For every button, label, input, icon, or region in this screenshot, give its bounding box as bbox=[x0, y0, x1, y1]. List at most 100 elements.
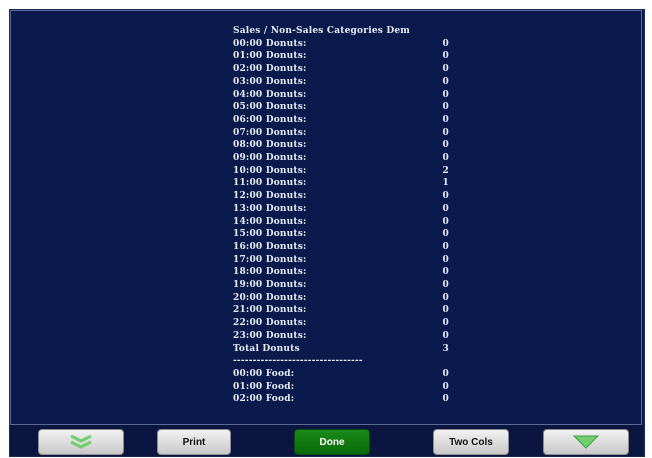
double-chevron-down-icon bbox=[70, 434, 92, 449]
donut-row-label: 02:00 Donuts: bbox=[233, 64, 307, 75]
donut-row-value: 1 bbox=[442, 178, 449, 189]
donut-row-label: 05:00 Donuts: bbox=[233, 102, 307, 113]
donut-row-label: 06:00 Donuts: bbox=[233, 114, 307, 125]
donut-row-value: 0 bbox=[442, 191, 449, 202]
donut-row: 08:00 Donuts: 0 bbox=[233, 139, 449, 152]
donut-row-label: 14:00 Donuts: bbox=[233, 216, 307, 227]
donut-row-value: 2 bbox=[442, 165, 449, 176]
donut-row: 17:00 Donuts: 0 bbox=[233, 254, 449, 267]
total-label: Total Donuts bbox=[233, 343, 300, 354]
donut-row-value: 0 bbox=[442, 267, 449, 278]
donut-row-label: 23:00 Donuts: bbox=[233, 330, 307, 341]
food-row: 01:00 Food: 0 bbox=[233, 381, 449, 394]
donut-row-value: 0 bbox=[442, 254, 449, 265]
donut-row-label: 10:00 Donuts: bbox=[233, 165, 307, 176]
donut-row-value: 0 bbox=[442, 64, 449, 75]
food-row: 02:00 Food: 0 bbox=[233, 393, 449, 406]
donut-row-value: 0 bbox=[442, 330, 449, 341]
done-button[interactable]: Done bbox=[294, 429, 370, 455]
donut-row-label: 09:00 Donuts: bbox=[233, 153, 307, 164]
donut-row-value: 0 bbox=[442, 292, 449, 303]
donut-row-label: 11:00 Donuts: bbox=[233, 178, 307, 189]
two-cols-button[interactable]: Two Cols bbox=[433, 429, 509, 455]
food-row-label: 02:00 Food: bbox=[233, 394, 295, 405]
donut-rows: 00:00 Donuts: 0 01:00 Donuts: 0 02:00 Donuts… bbox=[233, 38, 449, 343]
donut-row-label: 08:00 Donuts: bbox=[233, 140, 307, 151]
donut-row-value: 0 bbox=[442, 76, 449, 87]
donut-row: 21:00 Donuts: 0 bbox=[233, 304, 449, 317]
food-row-label: 01:00 Food: bbox=[233, 381, 295, 392]
donut-row: 07:00 Donuts: 0 bbox=[233, 127, 449, 140]
donut-row-value: 0 bbox=[442, 102, 449, 113]
app-window: Sales / Non-Sales Categories Dem 00:00 D… bbox=[9, 9, 645, 457]
triangle-down-icon bbox=[572, 435, 600, 449]
donut-row-label: 04:00 Donuts: bbox=[233, 89, 307, 100]
scroll-down-button[interactable] bbox=[543, 429, 629, 455]
donut-row-value: 0 bbox=[442, 305, 449, 316]
bottom-toolbar: Print Done Two Cols bbox=[10, 425, 642, 456]
donut-row-label: 01:00 Donuts: bbox=[233, 51, 307, 62]
food-row: 00:00 Food: 0 bbox=[233, 368, 449, 381]
donut-row-value: 0 bbox=[442, 216, 449, 227]
donut-row-label: 20:00 Donuts: bbox=[233, 292, 307, 303]
donut-row: 00:00 Donuts: 0 bbox=[233, 38, 449, 51]
donut-row-label: 21:00 Donuts: bbox=[233, 305, 307, 316]
separator-line: --------------------------------- bbox=[233, 356, 363, 367]
food-rows: 00:00 Food: 0 01:00 Food: 0 02:00 Food: 0 bbox=[233, 368, 449, 406]
donut-row-label: 19:00 Donuts: bbox=[233, 280, 307, 291]
total-row: Total Donuts 3 bbox=[233, 343, 449, 356]
donut-row-value: 0 bbox=[442, 229, 449, 240]
donut-row: 19:00 Donuts: 0 bbox=[233, 279, 449, 292]
food-row-label: 00:00 Food: bbox=[233, 368, 295, 379]
donut-row-value: 0 bbox=[442, 241, 449, 252]
report-title: Sales / Non-Sales Categories Dem bbox=[233, 26, 410, 36]
donut-row: 20:00 Donuts: 0 bbox=[233, 292, 449, 305]
donut-row-label: 17:00 Donuts: bbox=[233, 254, 307, 265]
food-row-value: 0 bbox=[442, 394, 449, 405]
donut-row-value: 0 bbox=[442, 318, 449, 329]
donut-row-label: 12:00 Donuts: bbox=[233, 191, 307, 202]
donut-row-label: 07:00 Donuts: bbox=[233, 127, 307, 138]
food-row-value: 0 bbox=[442, 381, 449, 392]
donut-row: 10:00 Donuts: 2 bbox=[233, 165, 449, 178]
donut-row: 23:00 Donuts: 0 bbox=[233, 330, 449, 343]
total-value: 3 bbox=[442, 343, 449, 354]
food-row-value: 0 bbox=[442, 368, 449, 379]
print-button[interactable]: Print bbox=[157, 429, 231, 455]
donut-row: 03:00 Donuts: 0 bbox=[233, 76, 449, 89]
print-label: Print bbox=[182, 436, 206, 448]
donut-row-value: 0 bbox=[442, 140, 449, 151]
two-cols-label: Two Cols bbox=[449, 436, 493, 448]
donut-row: 02:00 Donuts: 0 bbox=[233, 63, 449, 76]
donut-row: 11:00 Donuts: 1 bbox=[233, 177, 449, 190]
report-panel[interactable]: Sales / Non-Sales Categories Dem 00:00 D… bbox=[10, 10, 642, 425]
donut-row: 01:00 Donuts: 0 bbox=[233, 50, 449, 63]
donut-row-label: 18:00 Donuts: bbox=[233, 267, 307, 278]
donut-row: 15:00 Donuts: 0 bbox=[233, 228, 449, 241]
donut-row-value: 0 bbox=[442, 89, 449, 100]
donut-row: 22:00 Donuts: 0 bbox=[233, 317, 449, 330]
donut-row-label: 16:00 Donuts: bbox=[233, 241, 307, 252]
donut-row-value: 0 bbox=[442, 51, 449, 62]
donut-row-label: 03:00 Donuts: bbox=[233, 76, 307, 87]
donut-row-label: 15:00 Donuts: bbox=[233, 229, 307, 240]
donut-row: 14:00 Donuts: 0 bbox=[233, 216, 449, 229]
donut-row-value: 0 bbox=[442, 153, 449, 164]
donut-row: 09:00 Donuts: 0 bbox=[233, 152, 449, 165]
donut-row-value: 0 bbox=[442, 38, 449, 49]
donut-row: 18:00 Donuts: 0 bbox=[233, 266, 449, 279]
donut-row: 12:00 Donuts: 0 bbox=[233, 190, 449, 203]
donut-row-label: 13:00 Donuts: bbox=[233, 203, 307, 214]
page-down-button[interactable] bbox=[38, 429, 124, 455]
donut-row: 04:00 Donuts: 0 bbox=[233, 89, 449, 102]
report-text: Sales / Non-Sales Categories Dem 00:00 D… bbox=[233, 25, 449, 406]
donut-row: 16:00 Donuts: 0 bbox=[233, 241, 449, 254]
donut-row: 13:00 Donuts: 0 bbox=[233, 203, 449, 216]
donut-row-value: 0 bbox=[442, 114, 449, 125]
donut-row-value: 0 bbox=[442, 203, 449, 214]
donut-row-value: 0 bbox=[442, 127, 449, 138]
donut-row-label: 00:00 Donuts: bbox=[233, 38, 307, 49]
donut-row-label: 22:00 Donuts: bbox=[233, 318, 307, 329]
donut-row: 06:00 Donuts: 0 bbox=[233, 114, 449, 127]
done-label: Done bbox=[319, 436, 345, 448]
